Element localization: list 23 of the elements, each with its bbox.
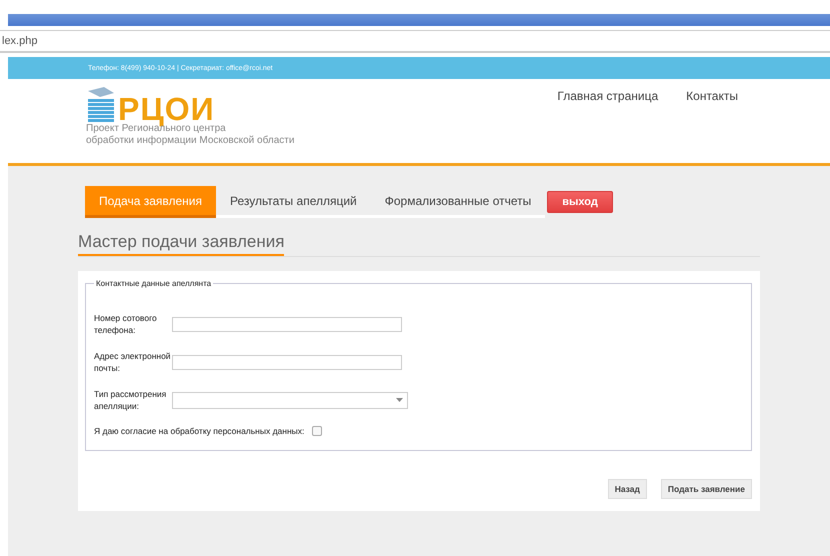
- nav-link[interactable]: Контакты: [686, 89, 738, 163]
- tagline-text: Проект Регионального центра: [86, 123, 227, 135]
- tagline-text: обработки информации Московской области: [86, 135, 294, 147]
- field-label: Адрес электронной почты:: [94, 350, 172, 374]
- address-bar[interactable]: lex.php: [0, 30, 830, 53]
- field-label: Тип рассмотрения апелляции:: [94, 388, 168, 412]
- tab[interactable]: Результаты апелляций: [216, 186, 371, 218]
- url-text: lex.php: [1, 35, 38, 47]
- field-label: Номер сотового телефона:: [94, 312, 158, 336]
- input-field[interactable]: [172, 354, 402, 370]
- form-button[interactable]: Назад: [608, 479, 647, 499]
- select-field[interactable]: [172, 392, 408, 408]
- fieldset-legend: Контактные данные апеллянта: [94, 279, 214, 288]
- consent-label: Я даю согласие на обработку персональных данных:: [94, 426, 304, 436]
- nav-link[interactable]: Главная страница: [557, 89, 658, 163]
- page-title: Мастер подачи заявления: [78, 232, 284, 256]
- tab[interactable]: Формализованные отчеты: [370, 186, 546, 218]
- input-field[interactable]: [172, 316, 402, 332]
- form-button[interactable]: Подать заявление: [660, 479, 752, 499]
- logout-button[interactable]: выход: [547, 191, 613, 213]
- consent-checkbox[interactable]: [312, 426, 322, 436]
- caret-icon: [396, 398, 403, 402]
- book-stack-icon: [86, 87, 116, 123]
